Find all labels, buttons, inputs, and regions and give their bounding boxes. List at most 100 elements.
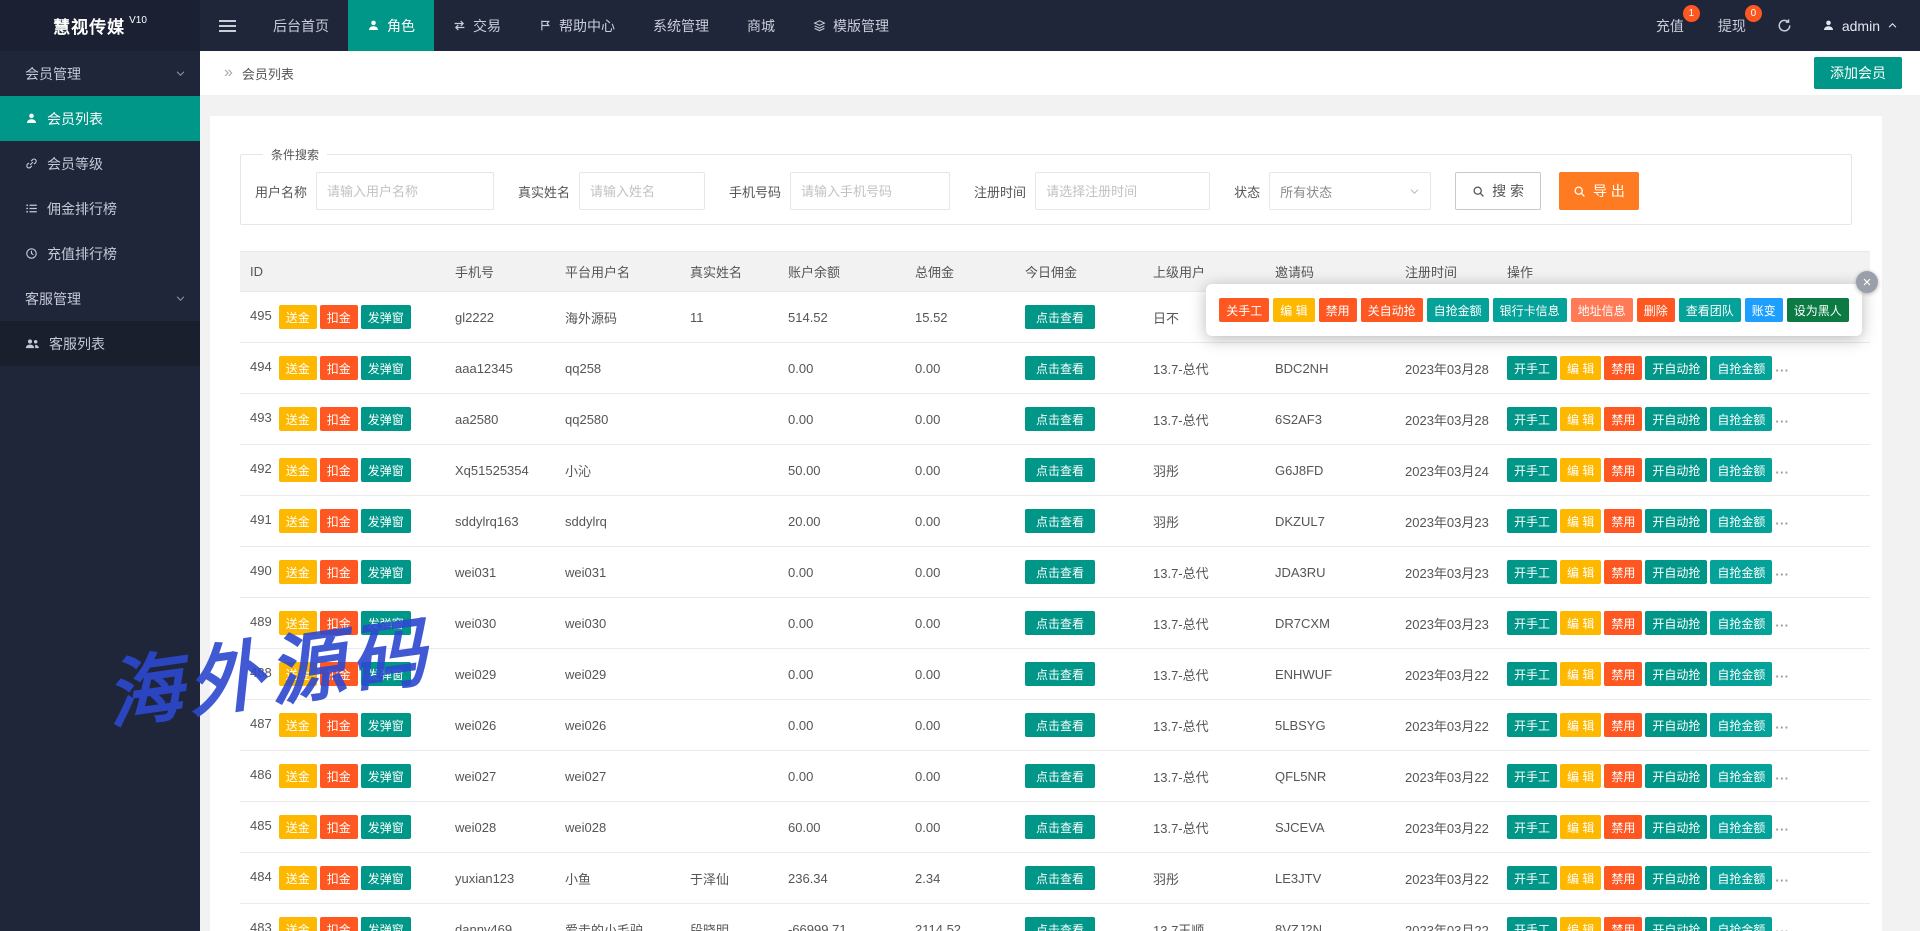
op-open-auto-grab-button[interactable]: 开自动抢 — [1645, 917, 1707, 931]
row-send-popup-button[interactable]: 发弹窗 — [361, 866, 411, 890]
op-disable-button[interactable]: 禁用 — [1604, 407, 1642, 431]
nav-item-mall[interactable]: 商城 — [728, 0, 794, 51]
row-deduct-gold-button[interactable]: 扣金 — [320, 407, 358, 431]
row-send-popup-button[interactable]: 发弹窗 — [361, 407, 411, 431]
recharge-link[interactable]: 充值 1 — [1639, 0, 1701, 51]
op-open-manual-button[interactable]: 开手工 — [1507, 815, 1557, 839]
view-today-commission-button[interactable]: 点击查看 — [1025, 611, 1095, 635]
op-open-auto-grab-button[interactable]: 开自动抢 — [1645, 764, 1707, 788]
op-disable-button[interactable]: 禁用 — [1604, 611, 1642, 635]
popup-auto-grab-amount-button[interactable]: 自抢金额 — [1427, 298, 1489, 322]
sidebar-item-member-mgmt[interactable]: 会员管理 — [0, 51, 200, 96]
nav-item-home[interactable]: 后台首页 — [254, 0, 348, 51]
add-member-button[interactable]: 添加会员 — [1814, 57, 1902, 89]
op-open-auto-grab-button[interactable]: 开自动抢 — [1645, 713, 1707, 737]
op-disable-button[interactable]: 禁用 — [1604, 866, 1642, 890]
popup-disable-button[interactable]: 禁用 — [1319, 298, 1357, 322]
view-today-commission-button[interactable]: 点击查看 — [1025, 560, 1095, 584]
op-open-manual-button[interactable]: 开手工 — [1507, 713, 1557, 737]
row-give-gold-button[interactable]: 送金 — [279, 458, 317, 482]
view-today-commission-button[interactable]: 点击查看 — [1025, 662, 1095, 686]
more-actions[interactable]: ... — [1775, 359, 1789, 374]
row-deduct-gold-button[interactable]: 扣金 — [320, 458, 358, 482]
op-disable-button[interactable]: 禁用 — [1604, 917, 1642, 931]
op-edit-button[interactable]: 编 辑 — [1560, 764, 1601, 788]
op-open-manual-button[interactable]: 开手工 — [1507, 356, 1557, 380]
popup-set-blacklist-button[interactable]: 设为黑人 — [1787, 298, 1849, 322]
more-actions[interactable]: ... — [1775, 410, 1789, 425]
op-disable-button[interactable]: 禁用 — [1604, 560, 1642, 584]
op-auto-grab-amount-button[interactable]: 自抢金额 — [1710, 866, 1772, 890]
sidebar-item-member-level[interactable]: 会员等级 — [0, 141, 200, 186]
op-auto-grab-amount-button[interactable]: 自抢金额 — [1710, 611, 1772, 635]
op-open-auto-grab-button[interactable]: 开自动抢 — [1645, 662, 1707, 686]
more-actions[interactable]: ... — [1775, 563, 1789, 578]
op-edit-button[interactable]: 编 辑 — [1560, 866, 1601, 890]
row-deduct-gold-button[interactable]: 扣金 — [320, 917, 358, 931]
op-open-auto-grab-button[interactable]: 开自动抢 — [1645, 407, 1707, 431]
realname-input[interactable] — [579, 172, 705, 210]
nav-item-template[interactable]: 模版管理 — [794, 0, 908, 51]
op-edit-button[interactable]: 编 辑 — [1560, 611, 1601, 635]
op-open-manual-button[interactable]: 开手工 — [1507, 560, 1557, 584]
row-send-popup-button[interactable]: 发弹窗 — [361, 509, 411, 533]
row-deduct-gold-button[interactable]: 扣金 — [320, 305, 358, 329]
more-actions[interactable]: ... — [1775, 461, 1789, 476]
op-open-manual-button[interactable]: 开手工 — [1507, 764, 1557, 788]
more-actions[interactable]: ... — [1775, 665, 1789, 680]
op-disable-button[interactable]: 禁用 — [1604, 356, 1642, 380]
row-deduct-gold-button[interactable]: 扣金 — [320, 356, 358, 380]
op-open-manual-button[interactable]: 开手工 — [1507, 917, 1557, 931]
nav-item-trade[interactable]: 交易 — [434, 0, 520, 51]
op-auto-grab-amount-button[interactable]: 自抢金额 — [1710, 917, 1772, 931]
op-edit-button[interactable]: 编 辑 — [1560, 713, 1601, 737]
row-give-gold-button[interactable]: 送金 — [279, 815, 317, 839]
nav-item-role[interactable]: 角色 — [348, 0, 434, 51]
op-edit-button[interactable]: 编 辑 — [1560, 917, 1601, 931]
view-today-commission-button[interactable]: 点击查看 — [1025, 305, 1095, 329]
row-give-gold-button[interactable]: 送金 — [279, 305, 317, 329]
row-give-gold-button[interactable]: 送金 — [279, 866, 317, 890]
popup-account-change-button[interactable]: 账变 — [1745, 298, 1783, 322]
row-give-gold-button[interactable]: 送金 — [279, 356, 317, 380]
view-today-commission-button[interactable]: 点击查看 — [1025, 815, 1095, 839]
op-auto-grab-amount-button[interactable]: 自抢金额 — [1710, 356, 1772, 380]
row-give-gold-button[interactable]: 送金 — [279, 764, 317, 788]
export-button[interactable]: 导 出 — [1559, 172, 1639, 210]
op-edit-button[interactable]: 编 辑 — [1560, 560, 1601, 584]
row-deduct-gold-button[interactable]: 扣金 — [320, 509, 358, 533]
row-send-popup-button[interactable]: 发弹窗 — [361, 917, 411, 931]
op-auto-grab-amount-button[interactable]: 自抢金额 — [1710, 407, 1772, 431]
refresh-button[interactable] — [1763, 0, 1806, 51]
op-disable-button[interactable]: 禁用 — [1604, 713, 1642, 737]
op-open-auto-grab-button[interactable]: 开自动抢 — [1645, 815, 1707, 839]
op-open-manual-button[interactable]: 开手工 — [1507, 866, 1557, 890]
row-deduct-gold-button[interactable]: 扣金 — [320, 713, 358, 737]
nav-item-system[interactable]: 系统管理 — [634, 0, 728, 51]
op-open-auto-grab-button[interactable]: 开自动抢 — [1645, 458, 1707, 482]
op-auto-grab-amount-button[interactable]: 自抢金额 — [1710, 458, 1772, 482]
popup-bank-card-info-button[interactable]: 银行卡信息 — [1493, 298, 1567, 322]
row-deduct-gold-button[interactable]: 扣金 — [320, 560, 358, 584]
row-give-gold-button[interactable]: 送金 — [279, 611, 317, 635]
sidebar-item-service-list[interactable]: 客服列表 — [0, 321, 200, 366]
op-disable-button[interactable]: 禁用 — [1604, 662, 1642, 686]
row-deduct-gold-button[interactable]: 扣金 — [320, 662, 358, 686]
row-send-popup-button[interactable]: 发弹窗 — [361, 713, 411, 737]
sidebar-item-member-list[interactable]: 会员列表 — [0, 96, 200, 141]
more-actions[interactable]: ... — [1775, 512, 1789, 527]
op-edit-button[interactable]: 编 辑 — [1560, 662, 1601, 686]
op-open-auto-grab-button[interactable]: 开自动抢 — [1645, 509, 1707, 533]
search-button[interactable]: 搜 索 — [1455, 172, 1541, 210]
op-open-auto-grab-button[interactable]: 开自动抢 — [1645, 560, 1707, 584]
hamburger-menu-icon[interactable] — [200, 0, 254, 51]
popup-delete-button[interactable]: 删除 — [1637, 298, 1675, 322]
op-edit-button[interactable]: 编 辑 — [1560, 815, 1601, 839]
more-actions[interactable]: ... — [1775, 767, 1789, 782]
phone-input[interactable] — [790, 172, 950, 210]
op-open-manual-button[interactable]: 开手工 — [1507, 509, 1557, 533]
row-deduct-gold-button[interactable]: 扣金 — [320, 764, 358, 788]
op-open-manual-button[interactable]: 开手工 — [1507, 407, 1557, 431]
row-give-gold-button[interactable]: 送金 — [279, 662, 317, 686]
row-give-gold-button[interactable]: 送金 — [279, 917, 317, 931]
